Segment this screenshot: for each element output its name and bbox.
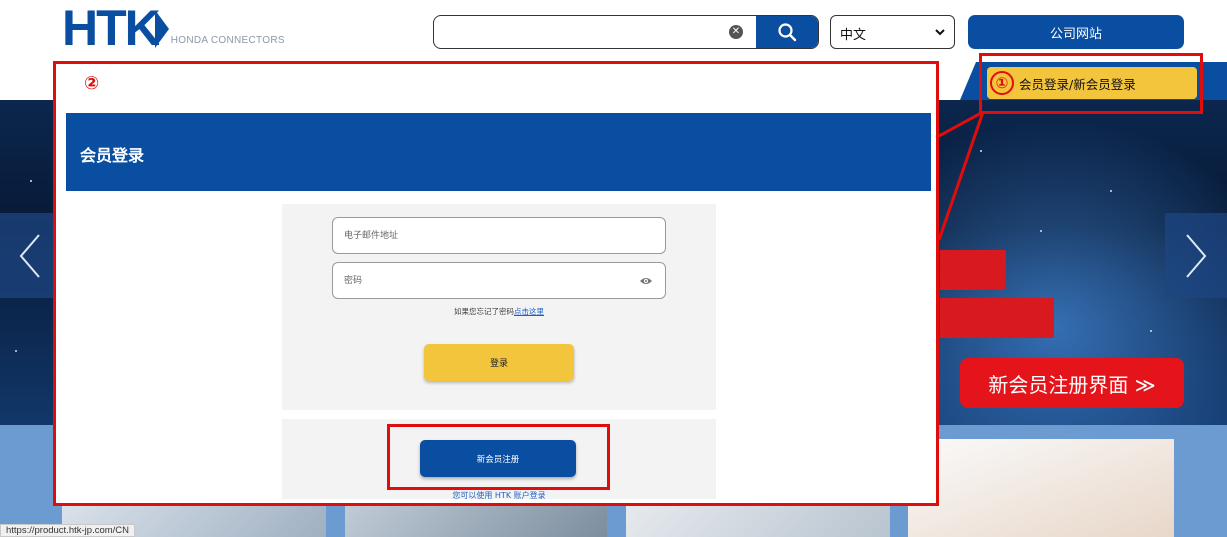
step-one-marker: ① [990, 71, 1014, 95]
highlight-register-button [387, 424, 610, 490]
